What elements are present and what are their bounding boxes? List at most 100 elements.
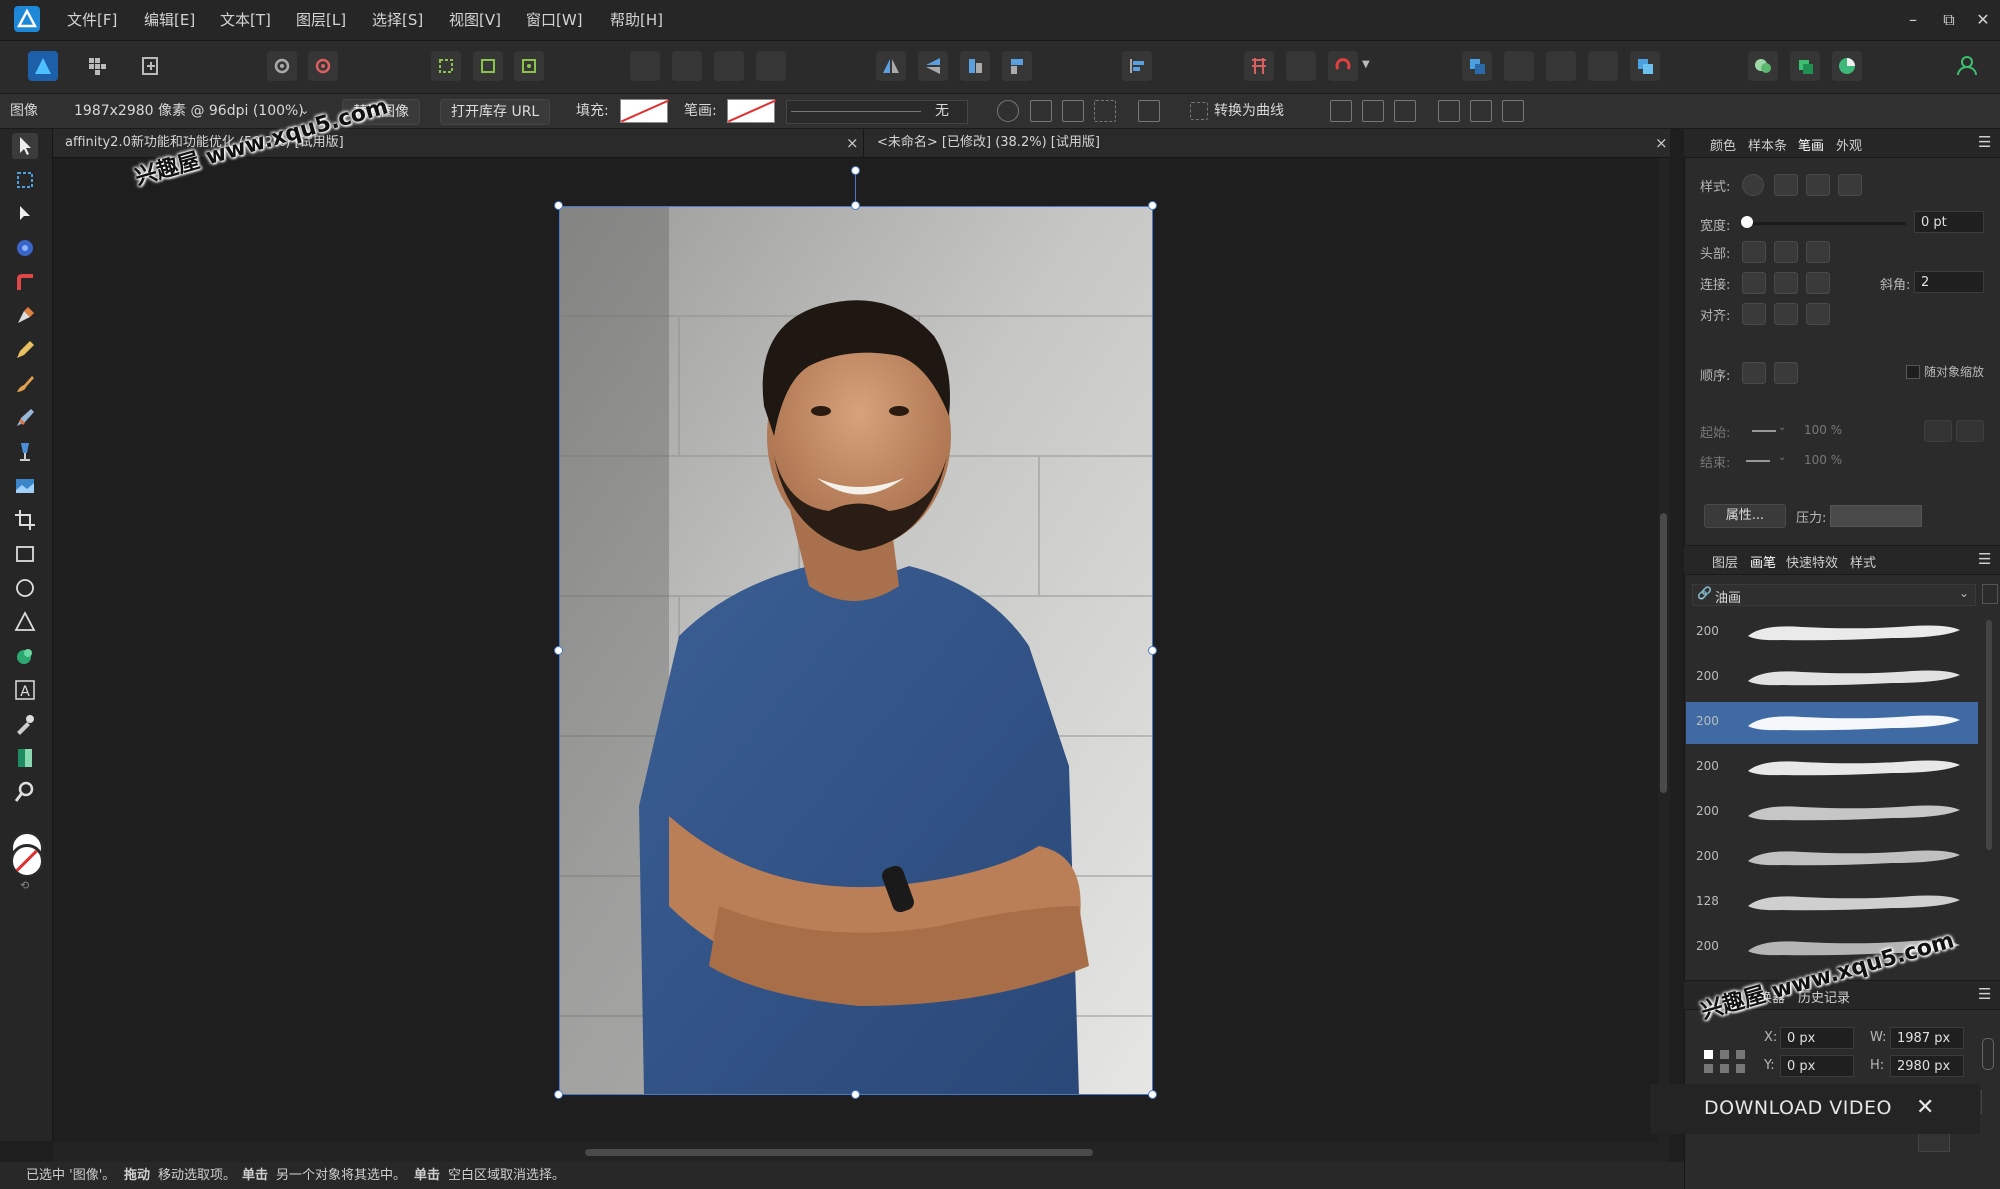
crosshair-icon[interactable] [997, 100, 1019, 122]
align-outside-icon[interactable] [1806, 303, 1830, 325]
rotate-left-icon[interactable] [960, 51, 990, 81]
arrow-swap-icon[interactable] [1924, 420, 1952, 442]
app-logo-icon[interactable] [14, 6, 40, 32]
boolean-subtract-icon[interactable] [672, 51, 702, 81]
vector-brush-icon[interactable] [12, 371, 38, 397]
w-field[interactable]: 1987 px [1890, 1027, 1964, 1049]
brush-row[interactable]: 200 [1686, 747, 1978, 789]
zoom-tool-icon[interactable] [12, 779, 38, 805]
align-left-icon[interactable] [1330, 100, 1352, 122]
move-icon[interactable] [514, 51, 544, 81]
brush-category-select[interactable]: 🔗 油画 ⌄ [1692, 584, 1976, 606]
handle-middle-right[interactable] [1148, 646, 1157, 655]
settings-gear-icon[interactable] [267, 51, 297, 81]
pixel-brush-icon[interactable] [12, 405, 38, 431]
style-solid-icon[interactable] [1774, 174, 1798, 196]
arrange-backward-icon[interactable] [1546, 51, 1576, 81]
pixel-grid-icon[interactable] [1094, 100, 1116, 122]
horizontal-scroll-thumb[interactable] [585, 1149, 1093, 1156]
tab-styles[interactable]: 样式 [1850, 552, 1876, 571]
snapping-gear-icon[interactable] [308, 51, 338, 81]
miter-field[interactable]: 2 [1914, 271, 1984, 293]
end-scale[interactable]: 100 % [1804, 453, 1842, 467]
ellipse-tool-icon[interactable] [12, 575, 38, 601]
portrait-photo[interactable] [559, 206, 1153, 1095]
align-center-stroke-icon[interactable] [1774, 303, 1798, 325]
color-picker-icon[interactable] [12, 711, 38, 737]
close-window-button[interactable]: ✕ [1968, 0, 1998, 40]
width-field[interactable]: 0 pt [1914, 211, 1984, 233]
arrange-group-icon[interactable] [1630, 51, 1660, 81]
cap-square-icon[interactable] [1806, 241, 1830, 263]
snap-grid-icon[interactable] [1244, 51, 1274, 81]
cap-round-icon[interactable] [1774, 241, 1798, 263]
transform-origin-icon[interactable] [473, 51, 503, 81]
anchor-point-grid[interactable] [1704, 1050, 1746, 1084]
stroke-swatch[interactable] [727, 99, 775, 123]
menu-text[interactable]: 文本[T] [220, 0, 271, 40]
join-bevel-icon[interactable] [1806, 272, 1830, 294]
restore-button[interactable]: ⧉ [1934, 0, 1964, 40]
brush-row[interactable]: 200 [1686, 612, 1978, 654]
minimize-button[interactable]: – [1898, 0, 1928, 40]
pixel-persona-icon[interactable] [82, 51, 112, 81]
transparency-tool-icon[interactable] [12, 745, 38, 771]
artboard-tool-icon[interactable] [12, 167, 38, 193]
width-slider[interactable] [1742, 222, 1906, 225]
handle-top-left[interactable] [554, 201, 563, 210]
cap-butt-icon[interactable] [1742, 241, 1766, 263]
width-slider-knob[interactable] [1741, 216, 1753, 228]
menu-file[interactable]: 文件[F] [67, 0, 117, 40]
rotation-handle[interactable] [851, 166, 860, 175]
menu-window[interactable]: 窗口[W] [526, 0, 583, 40]
fill-tool-icon[interactable] [12, 439, 38, 465]
handle-top-center[interactable] [851, 201, 860, 210]
h-field[interactable]: 2980 px [1890, 1055, 1964, 1077]
align-center-icon[interactable] [1362, 100, 1384, 122]
boolean-add-icon[interactable] [630, 51, 660, 81]
brush-row[interactable]: 200 [1686, 837, 1978, 879]
align-top-icon[interactable] [1438, 100, 1460, 122]
brush-panel-menu-icon[interactable]: ☰ [1978, 550, 1991, 568]
menu-view[interactable]: 视图[V] [449, 0, 501, 40]
align-right-icon[interactable] [1394, 100, 1416, 122]
transform-panel-menu-icon[interactable]: ☰ [1978, 985, 1991, 1003]
rectangle-tool-icon[interactable] [12, 541, 38, 567]
brush-row[interactable]: 200 [1686, 657, 1978, 699]
menu-help[interactable]: 帮助[H] [610, 0, 663, 40]
tab-stroke[interactable]: 笔画 [1798, 135, 1824, 154]
tab-color[interactable]: 颜色 [1710, 135, 1736, 154]
horizontal-scrollbar[interactable] [53, 1142, 1670, 1162]
magnet-icon[interactable] [1328, 51, 1358, 81]
boolean-intersect-icon[interactable] [714, 51, 744, 81]
start-arrow-dropdown-icon[interactable]: ⌄ [1778, 422, 1786, 433]
transform-icon[interactable] [1138, 100, 1160, 122]
menu-layer[interactable]: 图层[L] [296, 0, 346, 40]
tab-quick-fx[interactable]: 快速特效 [1786, 552, 1838, 571]
start-scale[interactable]: 100 % [1804, 423, 1842, 437]
snap-toggle-icon[interactable] [1286, 51, 1316, 81]
point-transform-icon[interactable] [12, 235, 38, 261]
style-dashed-icon[interactable] [1806, 174, 1830, 196]
pressure-graph[interactable] [1830, 505, 1922, 527]
triangle-tool-icon[interactable] [12, 609, 38, 635]
boolean-xor-icon[interactable] [756, 51, 786, 81]
tab-document-1[interactable]: affinity2.0新功能和功能优化 (50.2%) [试用版] [65, 129, 625, 157]
align-icon[interactable] [1122, 51, 1152, 81]
brush-row[interactable]: 128 [1686, 882, 1978, 924]
pen-tool-icon[interactable] [12, 303, 38, 329]
tab-swatches[interactable]: 样本条 [1748, 135, 1787, 154]
brush-row[interactable]: 200 [1686, 702, 1978, 744]
tab-2-close-icon[interactable]: × [1655, 129, 1668, 157]
style-none-icon[interactable] [1742, 174, 1764, 196]
end-arrow-dropdown-icon[interactable]: ⌄ [1778, 452, 1786, 463]
start-arrow-select[interactable] [1752, 430, 1776, 432]
convert-to-curves-button[interactable]: 转换为曲线 [1214, 94, 1284, 128]
arrange-front-icon[interactable] [1462, 51, 1492, 81]
open-stock-url-button[interactable]: 打开库存 URL [440, 99, 551, 125]
move-tool-icon[interactable] [12, 133, 38, 159]
transform-mode-icon[interactable] [431, 51, 461, 81]
account-user-icon[interactable] [1952, 51, 1982, 81]
order-behind-icon[interactable] [1742, 362, 1766, 384]
end-arrow-select[interactable] [1746, 460, 1770, 462]
